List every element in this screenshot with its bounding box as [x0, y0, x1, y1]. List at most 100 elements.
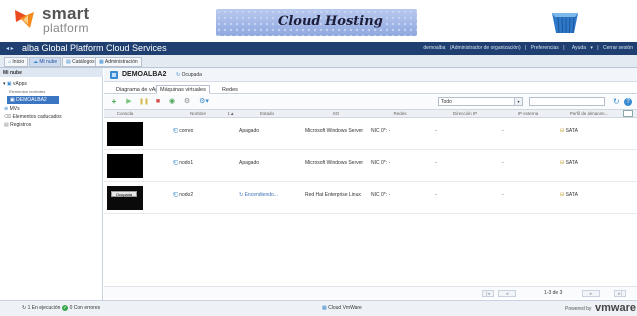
vm-ip: -: [435, 160, 437, 166]
vm-name-cell[interactable]: ⎗ nodo1: [173, 160, 193, 167]
vm-storage: SATA: [565, 192, 578, 198]
last-page-icon[interactable]: ▸|: [614, 290, 626, 297]
search-input[interactable]: [529, 97, 605, 106]
help-menu[interactable]: Ayuda ▾: [569, 45, 593, 51]
settings-icon[interactable]: ⚙: [183, 98, 191, 106]
preferences-link[interactable]: Preferencias: [531, 45, 559, 51]
user-role: (Administrador de organización): [449, 45, 521, 51]
add-icon[interactable]: +: [110, 98, 118, 106]
vm-name-cell[interactable]: ⎗ correo: [173, 128, 193, 135]
col-sort-indicator[interactable]: 1▲: [226, 111, 236, 116]
tree-label: DEMOALBA2: [16, 97, 47, 103]
left-panel-title: Mi nube: [0, 68, 103, 77]
vm-state: Apagado: [239, 160, 260, 166]
vm-os: Red Hat Enterprise Linux: [305, 192, 361, 198]
logs-icon: ▤: [4, 122, 9, 128]
vm-icon: ⎗: [173, 192, 178, 198]
help-icon[interactable]: ?: [624, 98, 632, 106]
col-networks[interactable]: Redes: [370, 111, 430, 116]
play-icon[interactable]: ▶: [125, 98, 133, 106]
first-page-icon[interactable]: |◂: [482, 290, 494, 297]
vm-networks: NIC 0*: -: [371, 160, 391, 166]
tab-mi-nube[interactable]: ☁ Mi nube: [29, 57, 62, 67]
vm-storage-cell: ⛁ SATA: [560, 128, 578, 134]
vm-os: Microsoft Windows Server: [305, 128, 364, 134]
tree-item-logs[interactable]: ▤ Registros: [4, 122, 31, 128]
tree-label: Registros: [10, 122, 32, 128]
header-banner: smart platform Cloud Hosting: [0, 0, 637, 42]
table-row[interactable]: ⎗ correo Apagado Microsoft Windows Serve…: [104, 119, 637, 150]
cloud-hosting-banner: Cloud Hosting: [216, 9, 417, 36]
tree-label: vApps: [13, 81, 27, 87]
collapse-icon[interactable]: ▾: [3, 81, 6, 87]
running-spinner-icon: ↻: [22, 305, 27, 311]
console-thumbnail[interactable]: Ocupada: [107, 186, 143, 210]
columns-chooser-icon[interactable]: [623, 110, 633, 117]
tree-item-demoalba2[interactable]: ▣ DEMOALBA2: [7, 96, 59, 104]
tree-label: Elementos caducados: [12, 114, 62, 120]
help-link-label: Ayuda: [571, 45, 586, 51]
user-menu: demoalba (Administrador de organización)…: [423, 45, 633, 51]
storage-icon: ⛁: [560, 192, 565, 198]
actions-gear-icon[interactable]: ⚙▾: [198, 98, 210, 106]
tab-catalogos[interactable]: ▤ Catálogos: [62, 57, 99, 67]
tab-administracion[interactable]: ▦ Administración: [95, 57, 142, 67]
workspace-tabs: ⌂ Inicio ☁ Mi nube ▤ Catálogos ▦ Adminis…: [0, 55, 637, 68]
vapp-status: ↻ Ocupada: [176, 72, 202, 78]
next-page-icon[interactable]: ▸: [582, 290, 600, 297]
left-navigation-panel: Mi nube ▾ ▣ vApps Elementos recientes ▣ …: [0, 68, 103, 300]
vapp-status-label: Ocupada: [181, 72, 202, 78]
tab-networks[interactable]: Redes: [218, 85, 242, 94]
tab-virtual-machines[interactable]: Máquinas virtuales: [156, 85, 210, 94]
refresh-icon[interactable]: ↻: [613, 97, 620, 106]
col-name[interactable]: Nombre: [171, 111, 225, 116]
top-navigation-bar: ◂ ▸ alba Global Platform Cloud Services …: [0, 42, 637, 55]
prev-page-icon[interactable]: ◂: [498, 290, 516, 297]
console-thumbnail[interactable]: [107, 122, 143, 146]
home-icon: ⌂: [8, 59, 12, 65]
vm-name-cell[interactable]: ⎗ nodo2: [173, 192, 193, 199]
vm-state-cell: ↻ Encendiendo...: [239, 192, 278, 198]
pause-icon[interactable]: ❚❚: [139, 98, 149, 106]
error-status[interactable]: ✓ 0 Con errores: [62, 305, 100, 311]
vmware-logo: vmware: [595, 302, 636, 314]
vm-name: nodo2: [179, 192, 194, 198]
vm-state: Apagado: [239, 128, 260, 134]
busy-spinner-icon: ↻: [239, 192, 244, 198]
table-row[interactable]: Ocupada ⎗ nodo2 ↻ Encendiendo... Red Hat…: [104, 183, 637, 214]
col-ip[interactable]: Dirección IP: [433, 111, 497, 116]
tree-item-vapps[interactable]: ▾ ▣ vApps: [3, 81, 27, 87]
tab-inicio[interactable]: ⌂ Inicio: [4, 57, 29, 67]
col-os[interactable]: SO: [304, 111, 368, 116]
running-status[interactable]: ↻ 1 En ejecución: [22, 305, 60, 311]
console-icon[interactable]: ◉: [168, 98, 176, 106]
table-row[interactable]: ⎗ nodo1 Apagado Microsoft Windows Server…: [104, 151, 637, 182]
logout-link[interactable]: Cerrar sesión: [603, 45, 633, 51]
table-header: Consola Nombre 1▲ Estado SO Redes Direcc…: [104, 109, 637, 118]
user-name[interactable]: demoalba: [423, 45, 445, 51]
col-console[interactable]: Consola: [106, 111, 144, 116]
vm-external-ip: -: [502, 160, 504, 166]
admin-icon: ▦: [99, 59, 104, 65]
tab-label: Catálogos: [72, 59, 95, 65]
running-label: 1 En ejecución: [27, 305, 61, 311]
chevron-down-icon: ▾: [514, 98, 522, 105]
logo-subtitle: platform: [43, 21, 89, 35]
vapp-name: DEMOALBA2: [122, 71, 167, 78]
vm-external-ip: -: [502, 192, 504, 198]
col-status[interactable]: Estado: [237, 111, 297, 116]
nav-arrows-icon[interactable]: ◂ ▸: [6, 45, 14, 52]
col-storage-profile[interactable]: Perfil de almacen...: [558, 111, 620, 116]
vapp-icon: ▣: [10, 97, 15, 103]
catalog-icon: ▤: [66, 59, 71, 65]
filter-select[interactable]: Todo ▾: [438, 97, 523, 106]
cloud-vmware-text: Cloud VmWare: [328, 305, 362, 311]
tree-item-expired[interactable]: ⌫ Elementos caducados: [4, 114, 62, 120]
col-external-ip[interactable]: IP externa: [500, 111, 556, 116]
status-bar: ↻ 1 En ejecución ✓ 0 Con errores ▦ Cloud…: [0, 300, 637, 316]
tree-item-mvs[interactable]: ⊕ MVs: [4, 106, 20, 112]
cloud-icon: ☁: [33, 59, 38, 65]
console-thumbnail[interactable]: [107, 154, 143, 178]
stop-icon[interactable]: ■: [154, 98, 162, 106]
vm-storage-cell: ⛁ SATA: [560, 192, 578, 198]
